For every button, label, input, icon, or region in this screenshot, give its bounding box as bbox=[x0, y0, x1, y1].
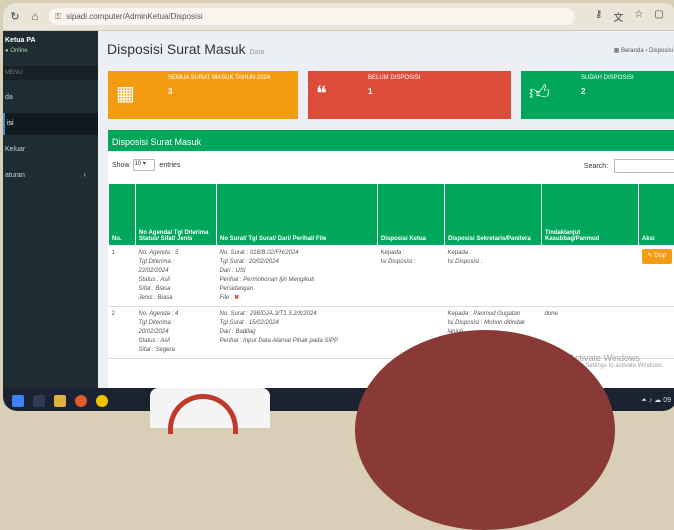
table-controls: Show 10 ▾ entries Search: bbox=[108, 151, 674, 175]
main-content: Disposisi Surat MasukData ▦ Beranda › Di… bbox=[98, 31, 674, 388]
search-control: Search: bbox=[584, 159, 674, 173]
translate-icon[interactable]: 文 bbox=[613, 9, 623, 24]
start-icon[interactable] bbox=[12, 395, 24, 407]
browser-actions: ⚷ 文 ☆ ▢ bbox=[595, 9, 664, 24]
search-input[interactable] bbox=[614, 159, 674, 173]
sidebar-item-pengaturan[interactable]: aturan‹ bbox=[3, 165, 98, 187]
cell-tindaklanjut bbox=[542, 246, 639, 307]
table-row: 1 No. Agenda : 5 Tgl Diterima : 22/02/20… bbox=[109, 246, 674, 307]
disposisi-button[interactable]: ✎ Disp bbox=[642, 249, 673, 264]
cell-agenda: No. Agenda : 5 Tgl Diterima : 22/02/2024… bbox=[136, 246, 217, 307]
calendar-icon: ▦ bbox=[116, 81, 135, 106]
cell-no: 2 bbox=[109, 307, 136, 359]
sidebar-item-disposisi[interactable]: isi bbox=[3, 113, 98, 135]
address-bar[interactable]: ⚿ sipadi.computer/AdminKetua/Disposisi bbox=[49, 8, 575, 25]
cell-no: 1 bbox=[109, 246, 136, 307]
thumbs-up-icon: 👍︎ bbox=[529, 81, 550, 105]
key-icon[interactable]: ⚷ bbox=[595, 9, 602, 24]
chrome-icon[interactable] bbox=[96, 395, 108, 407]
sidebar: Ketua PA ● Online MENU da isi Keluar atu… bbox=[3, 31, 98, 388]
stat-box-all-mail[interactable]: ▦ SEMUA SURAT MASUK TAHUN 2024 3 bbox=[108, 71, 298, 119]
col-header-agenda[interactable]: No Agenda/ Tgl Diterima Status/ Sifat/ J… bbox=[136, 184, 217, 246]
stat-box-not-disposed[interactable]: ❝ BELUM DISPOSISI 1 bbox=[308, 71, 511, 119]
col-header-surat[interactable]: No Surat/ Tgl Surat/ Dari/ Perihal/ File bbox=[217, 184, 378, 246]
page-subtitle: Data bbox=[250, 49, 265, 56]
col-header-aksi[interactable]: Aksi bbox=[639, 184, 674, 246]
entries-select[interactable]: 10 ▾ bbox=[133, 159, 155, 171]
table-header-row: No. No Agenda/ Tgl Diterima Status/ Sifa… bbox=[109, 184, 674, 246]
col-header-disposisi-ketua[interactable]: Disposisi Ketua bbox=[378, 184, 445, 246]
cell-disposisi-ketua: Kepada : Isi Disposisi : bbox=[378, 246, 445, 307]
sidebar-item-beranda[interactable]: da bbox=[3, 87, 98, 109]
sidebar-user-status: ● Online bbox=[5, 48, 28, 54]
site-info-icon[interactable]: ⚿ bbox=[55, 12, 61, 22]
col-header-disposisi-sekretaris[interactable]: Disposisi Sekretaris/Panitera bbox=[445, 184, 542, 246]
decorative-circle bbox=[355, 330, 615, 530]
extensions-icon[interactable]: ▢ bbox=[654, 9, 663, 24]
star-icon[interactable]: ☆ bbox=[634, 9, 643, 24]
home-icon[interactable]: ⌂ bbox=[27, 11, 43, 23]
cell-aksi bbox=[639, 307, 674, 359]
cell-surat: No. Surat : 018/B.02/FH/2024 Tgl Surat :… bbox=[217, 246, 378, 307]
cell-surat: No. Surat : 298/DJA.3/T1.3.2/II/2024 Tgl… bbox=[217, 307, 378, 359]
firefox-icon[interactable] bbox=[75, 395, 87, 407]
cell-agenda: No. Agenda : 4 Tgl Diterima : 20/02/2024… bbox=[136, 307, 217, 359]
reload-icon[interactable]: ↻ bbox=[7, 10, 23, 23]
stat-boxes: ▦ SEMUA SURAT MASUK TAHUN 2024 3 ❝ BELUM… bbox=[108, 71, 674, 119]
breadcrumb[interactable]: ▦ Beranda › Disposisi bbox=[614, 47, 673, 54]
sidebar-user-name: Ketua PA bbox=[5, 37, 36, 44]
entries-control: Show 10 ▾ entries bbox=[112, 159, 180, 171]
browser-toolbar: ↻ ⌂ ⚿ sipadi.computer/AdminKetua/Disposi… bbox=[3, 3, 674, 31]
file-explorer-icon[interactable] bbox=[54, 395, 66, 407]
disposisi-panel: Disposisi Surat Masuk Show 10 ▾ entries … bbox=[108, 130, 674, 388]
page-title: Disposisi Surat MasukData bbox=[107, 41, 264, 57]
system-tray[interactable]: ⏶ ♪ ☁ 09 bbox=[641, 396, 671, 405]
col-header-tindaklanjut[interactable]: Tindaklanjut Kasubbag/Panmud bbox=[542, 184, 639, 246]
stat-box-disposed[interactable]: 👍︎ SUDAH DISPOSISI 2 bbox=[521, 71, 674, 119]
sidebar-menu-header: MENU bbox=[3, 66, 98, 80]
comments-icon: ❝ bbox=[316, 81, 327, 106]
table-row: 2 No. Agenda : 4 Tgl Diterima : 20/02/20… bbox=[109, 307, 674, 359]
cell-aksi: ✎ Disp bbox=[639, 246, 674, 307]
chevron-left-icon: ‹ bbox=[84, 165, 86, 187]
search-icon[interactable] bbox=[33, 395, 45, 407]
sidebar-item-surat-keluar[interactable]: Keluar bbox=[3, 139, 98, 161]
panel-title: Disposisi Surat Masuk bbox=[108, 133, 674, 151]
disposisi-table: No. No Agenda/ Tgl Diterima Status/ Sifa… bbox=[108, 183, 674, 359]
file-missing-icon[interactable]: ✖ bbox=[234, 295, 239, 301]
col-header-no[interactable]: No. bbox=[109, 184, 136, 246]
url-text: sipadi.computer/AdminKetua/Disposisi bbox=[66, 12, 203, 21]
cell-disposisi-sekretaris: Kepada : Isi Disposisi : bbox=[445, 246, 542, 307]
screen-frame: ↻ ⌂ ⚿ sipadi.computer/AdminKetua/Disposi… bbox=[3, 3, 674, 411]
